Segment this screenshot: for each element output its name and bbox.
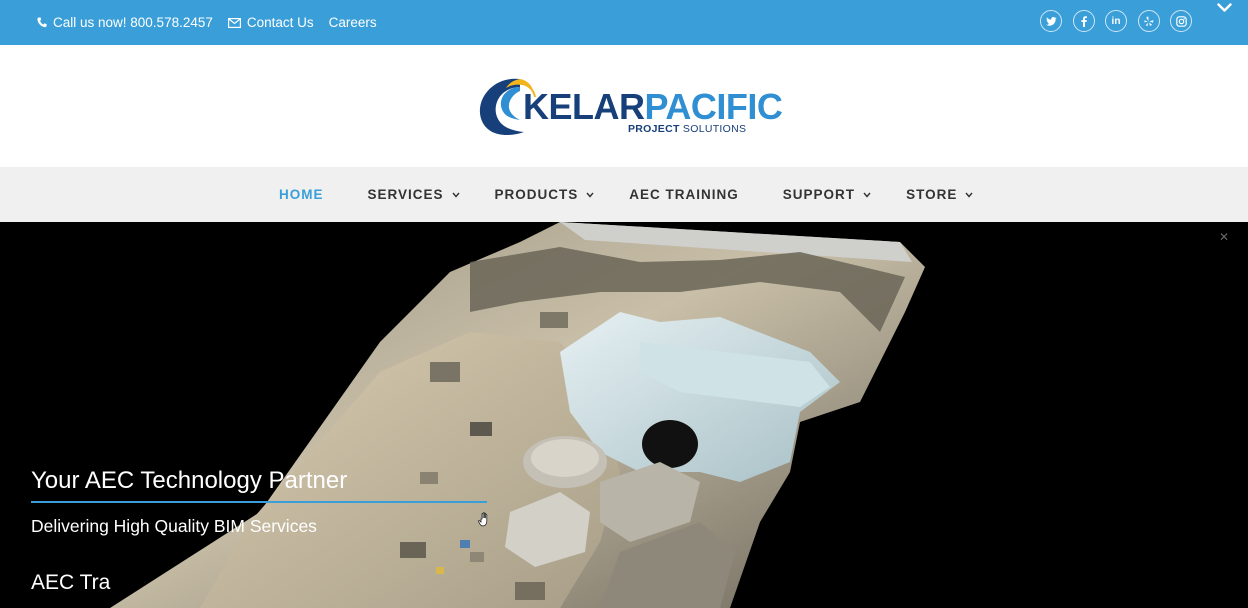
hero-rotating-text: AEC Tra xyxy=(31,571,111,594)
logo-tagline-bold: PROJECT xyxy=(628,123,680,135)
phone-icon xyxy=(37,17,47,28)
twitter-icon[interactable] xyxy=(1040,10,1062,32)
kelar-pacific-logo[interactable]: KELARPACIFIC PROJECT SOLUTIONS xyxy=(476,75,783,137)
phone-text: Call us now! 800.578.2457 xyxy=(53,15,213,30)
careers-text: Careers xyxy=(328,15,377,30)
main-nav-links: HOME SERVICES PRODUCTS AEC TRAINING SUPP… xyxy=(279,167,973,222)
facebook-icon[interactable] xyxy=(1072,10,1095,32)
logo-wordmark: KELARPACIFIC xyxy=(523,86,783,127)
chevron-down-icon xyxy=(586,192,594,198)
nav-item-services[interactable]: SERVICES xyxy=(368,187,460,202)
nav-label-store: STORE xyxy=(906,187,958,202)
envelope-icon xyxy=(227,17,241,28)
close-icon[interactable]: ✕ xyxy=(1219,230,1229,244)
linkedin-icon[interactable]: in xyxy=(1105,10,1127,32)
careers-link[interactable]: Careers xyxy=(329,15,377,30)
hero-title-underline xyxy=(31,501,487,503)
nav-label-products: PRODUCTS xyxy=(494,187,579,202)
main-nav: HOME SERVICES PRODUCTS AEC TRAINING SUPP… xyxy=(0,167,1248,222)
contact-text: Contact Us xyxy=(246,15,314,30)
chevron-down-icon xyxy=(451,192,460,198)
nav-label-support: SUPPORT xyxy=(782,187,856,202)
top-bar-contacts: Call us now! 800.578.2457 Contact Us Car… xyxy=(37,0,392,45)
contact-link[interactable]: Contact Us xyxy=(227,15,314,30)
hand-cursor-icon xyxy=(478,512,488,527)
nav-item-support[interactable]: SUPPORT xyxy=(783,187,871,202)
phone-link[interactable]: Call us now! 800.578.2457 xyxy=(37,15,213,30)
site-header: KELARPACIFIC PROJECT SOLUTIONS xyxy=(0,45,1248,167)
nav-item-aec-training[interactable]: AEC TRAINING xyxy=(629,187,739,202)
nav-item-products[interactable]: PRODUCTS xyxy=(495,187,595,202)
yelp-icon[interactable] xyxy=(1137,10,1160,32)
hero-subtitle: Delivering High Quality BIM Services xyxy=(31,516,317,536)
chevron-down-icon[interactable] xyxy=(1217,3,1232,13)
social-links: in xyxy=(1040,10,1203,32)
instagram-icon[interactable] xyxy=(1170,10,1192,32)
nav-label-services: SERVICES xyxy=(367,187,444,202)
chevron-down-icon xyxy=(965,192,973,198)
hero-slider: ✕ Your AEC Technology Partner Delivering… xyxy=(0,222,1248,608)
nav-label-home: HOME xyxy=(279,187,324,202)
logo-tagline: PROJECT SOLUTIONS xyxy=(628,123,746,135)
hero-title: Your AEC Technology Partner xyxy=(31,467,348,494)
logo-word-kelar: KELAR xyxy=(523,86,645,127)
nav-item-home[interactable]: HOME xyxy=(279,187,324,202)
chevron-down-icon xyxy=(863,192,871,198)
logo-word-pacific: PACIFIC xyxy=(644,86,783,127)
top-bar: Call us now! 800.578.2457 Contact Us Car… xyxy=(0,0,1248,45)
hero-3d-site-model-image xyxy=(0,222,1248,608)
nav-label-aec-training: AEC TRAINING xyxy=(629,187,739,202)
nav-item-store[interactable]: STORE xyxy=(906,187,973,202)
logo-tagline-rest: SOLUTIONS xyxy=(679,123,747,135)
